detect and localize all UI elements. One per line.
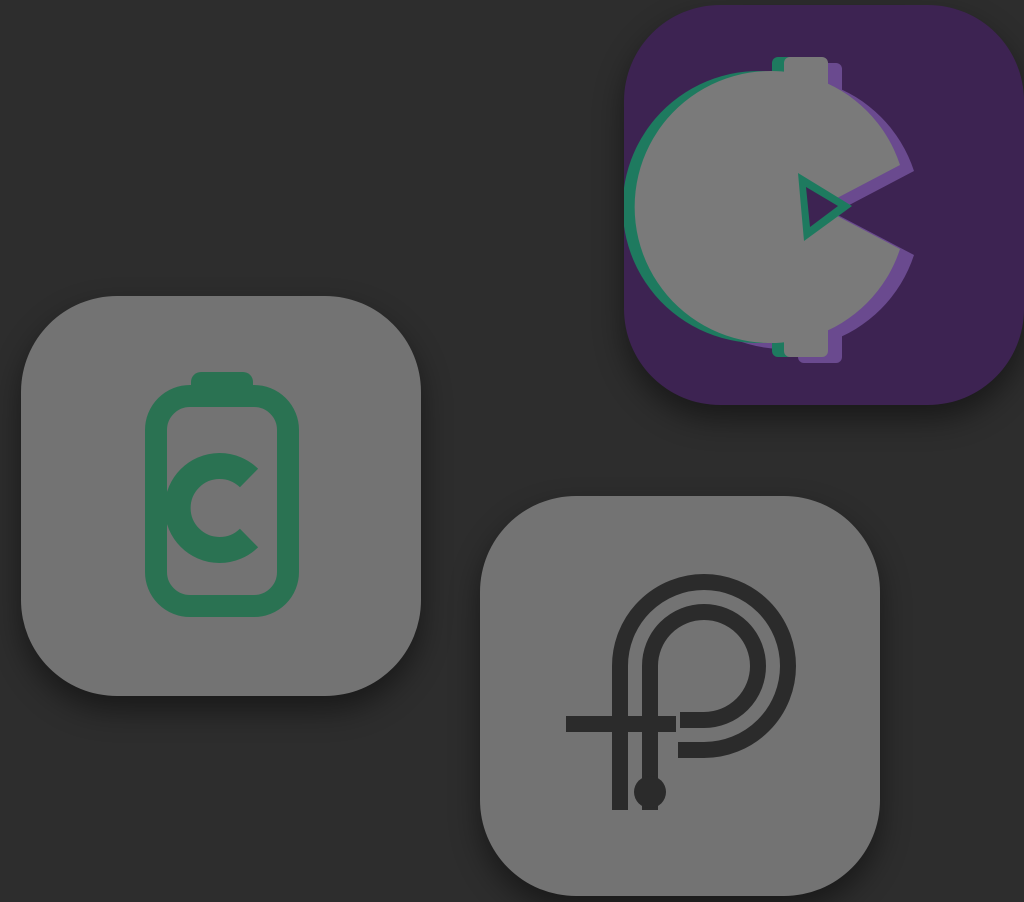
p-cross-app-tile[interactable] — [480, 496, 880, 896]
battery-c-app-tile[interactable] — [21, 296, 421, 696]
cent-play-app-tile[interactable] — [624, 5, 1024, 405]
p-cross-icon — [566, 574, 796, 810]
cent-play-icon — [624, 57, 914, 363]
battery-c-icon — [145, 372, 299, 617]
app-icon-canvas — [0, 0, 1024, 902]
